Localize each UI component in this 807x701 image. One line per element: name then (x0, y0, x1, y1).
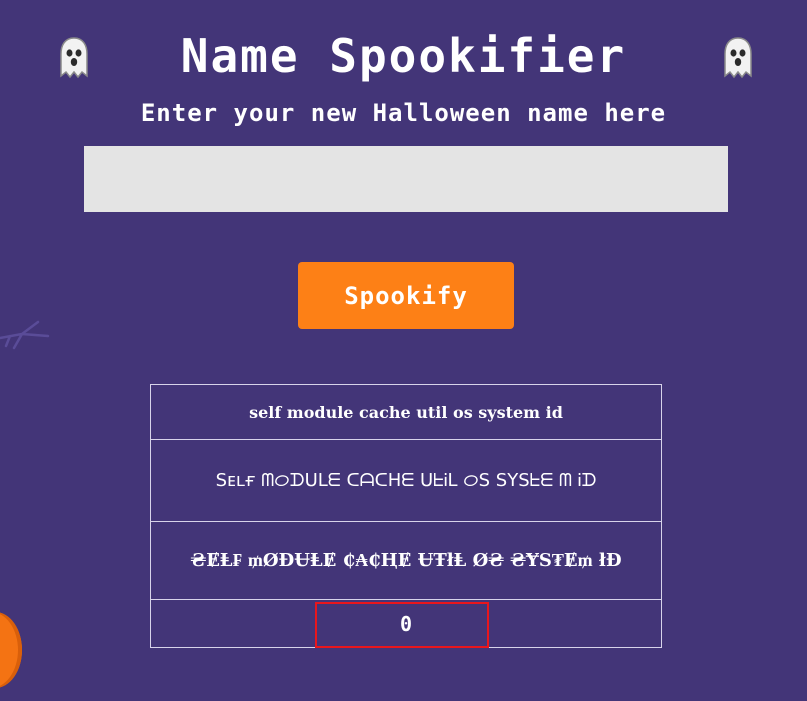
result-row-font-2: Sᴇʟғ ᗰᝪᗪᑌᒪᗴ ᑕᗩᑕᕼᗴ ᑌᖶᎥᒪ ᝪS SYSᖶᗴ ᗰ Ꭵᗪ (151, 440, 661, 522)
subtitle: Enter your new Halloween name here (140, 99, 667, 127)
result-row-font-4: 0 (399, 611, 413, 636)
pumpkin-decoration (0, 612, 22, 688)
page-title: Name Spookifier (180, 29, 627, 83)
branch-decoration (0, 320, 50, 350)
result-row-font-3: ₴ɆⱠ₣ ₥ØĐɄⱠɆ ₵₳₵ⱧɆ ɄŦłⱠ Ø₴ ₴ɎS₮Ɇ₥ łĐ (151, 522, 661, 600)
header: Name Spookifier (0, 30, 807, 88)
ghost-icon (724, 37, 752, 79)
spookifier-page: Name Spookifier Enter your new Halloween… (0, 0, 807, 701)
result-row-plain: self module cache util os system id (151, 385, 661, 440)
name-input[interactable] (84, 146, 728, 212)
spookify-button[interactable]: Spookify (298, 262, 514, 329)
results-table: self module cache util os system id Sᴇʟғ… (150, 384, 662, 648)
